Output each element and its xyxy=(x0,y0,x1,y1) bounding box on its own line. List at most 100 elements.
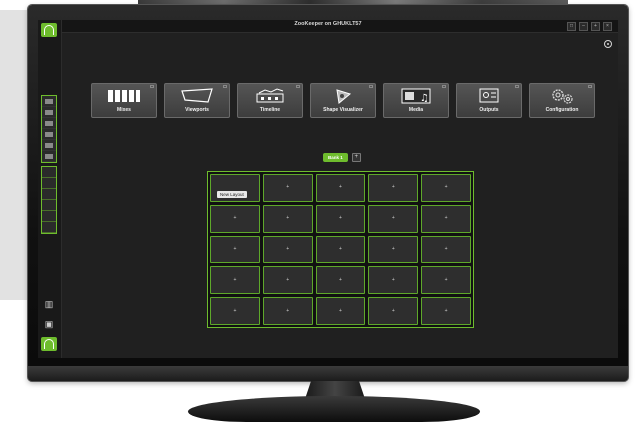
add-layout-icon: + xyxy=(444,215,448,222)
bank-1-tab[interactable]: Bank 1 xyxy=(323,153,348,162)
new-layout-tooltip: New Layout xyxy=(217,191,247,198)
layout-cell[interactable]: New Layout xyxy=(210,174,260,202)
sidebar-slot[interactable] xyxy=(42,189,56,200)
tile-mixes[interactable]: Mixes xyxy=(91,83,157,118)
layout-cell[interactable]: + xyxy=(210,204,260,233)
sidebar-item-mix-4[interactable] xyxy=(42,129,56,140)
maximize-button[interactable]: + xyxy=(591,22,600,31)
layout-cell[interactable]: + xyxy=(368,266,419,295)
background-panel xyxy=(0,10,28,300)
layout-cell[interactable]: + xyxy=(368,235,419,264)
add-layout-icon: + xyxy=(339,184,342,191)
zookeeper-logo-icon xyxy=(44,25,54,35)
layout-cell[interactable]: + xyxy=(368,297,419,325)
layout-cell[interactable]: + xyxy=(368,174,419,202)
tile-corner-icon xyxy=(296,85,300,88)
mix-thumbnail-icon xyxy=(45,109,53,115)
layout-cell[interactable]: + xyxy=(421,235,471,264)
media-icon: ♫ xyxy=(401,88,431,104)
tile-media[interactable]: ♫ Media xyxy=(383,83,449,118)
lock-icon[interactable]: ▣ xyxy=(43,318,55,330)
layout-cell[interactable]: + xyxy=(210,235,260,264)
sidebar-slot-list xyxy=(41,166,57,234)
add-bank-button[interactable]: + xyxy=(351,153,361,162)
layout-cell[interactable]: + xyxy=(210,297,260,325)
layout-cell[interactable]: + xyxy=(421,266,471,295)
add-layout-icon: + xyxy=(233,215,237,222)
layout-cell[interactable]: + xyxy=(262,204,313,233)
sidebar-slot[interactable] xyxy=(42,222,56,233)
tile-outputs[interactable]: Outputs xyxy=(456,83,522,118)
sidebar-item-mix-6[interactable] xyxy=(42,151,56,162)
restore-button[interactable]: □ xyxy=(567,22,576,31)
tile-label: Outputs xyxy=(479,107,499,113)
add-layout-icon: + xyxy=(444,276,448,283)
minimize-button[interactable]: – xyxy=(579,22,588,31)
sidebar-item-mix-3[interactable] xyxy=(42,118,56,129)
mix-thumbnail-icon xyxy=(45,120,53,126)
tile-corner-icon xyxy=(369,85,373,88)
layout-cell[interactable]: + xyxy=(210,266,260,295)
add-layout-icon: + xyxy=(444,184,448,191)
sidebar-mix-list xyxy=(41,95,57,163)
tile-timeline[interactable]: Timeline xyxy=(237,83,303,118)
layout-cell[interactable]: + xyxy=(315,204,366,233)
gears-icon xyxy=(552,89,573,104)
add-layout-icon: + xyxy=(391,215,395,222)
monitor-chin xyxy=(28,366,628,381)
layout-cell[interactable]: + xyxy=(315,266,366,295)
tile-label: Configuration xyxy=(545,107,579,113)
shape-visualizer-icon xyxy=(336,89,352,104)
add-layout-icon: + xyxy=(339,276,342,283)
layout-cell[interactable]: + xyxy=(368,204,419,233)
trash-icon[interactable]: ▥ xyxy=(43,298,55,310)
add-layout-icon: + xyxy=(339,307,342,314)
sidebar-item-mix-2[interactable] xyxy=(42,107,56,118)
sidebar-slot[interactable] xyxy=(42,200,56,211)
tile-shape-visualizer[interactable]: Shape Visualizer xyxy=(310,83,376,118)
layout-cell[interactable]: + xyxy=(262,297,313,325)
mix-thumbnail-icon xyxy=(45,131,53,137)
layout-cell[interactable]: + xyxy=(315,297,366,325)
home-logo-button[interactable] xyxy=(41,23,57,37)
add-layout-icon: + xyxy=(444,307,448,314)
layout-cell[interactable]: + xyxy=(421,297,471,325)
window-title: ZooKeeper on GHUKLT57 xyxy=(294,21,362,27)
layout-cell[interactable]: + xyxy=(262,235,313,264)
layout-cell[interactable]: + xyxy=(262,174,313,202)
sidebar-item-mix-1[interactable] xyxy=(42,96,56,107)
tile-corner-icon xyxy=(223,85,227,88)
close-button[interactable]: × xyxy=(603,22,612,31)
layout-cell[interactable]: + xyxy=(315,174,366,202)
sidebar-slot[interactable] xyxy=(42,178,56,189)
layout-cell[interactable]: + xyxy=(421,204,471,233)
tile-corner-icon xyxy=(588,85,592,88)
timeline-icon xyxy=(256,88,284,103)
tile-configuration[interactable]: Configuration xyxy=(529,83,595,118)
add-layout-icon: + xyxy=(286,276,290,283)
sidebar-slot[interactable] xyxy=(42,167,56,178)
add-layout-icon: + xyxy=(444,245,448,252)
layout-cell[interactable]: + xyxy=(315,235,366,264)
settings-gear-icon[interactable] xyxy=(604,40,612,48)
tile-label: Mixes xyxy=(117,107,131,113)
module-toolbar: Mixes Viewports Timeline Shape Visualize… xyxy=(91,83,595,118)
layout-cell[interactable]: + xyxy=(421,174,471,202)
tile-viewports[interactable]: Viewports xyxy=(164,83,230,118)
add-layout-icon: + xyxy=(286,184,290,191)
sidebar-item-mix-5[interactable] xyxy=(42,140,56,151)
add-layout-icon: + xyxy=(286,215,290,222)
mix-thumbnail-icon xyxy=(45,98,53,104)
outputs-icon xyxy=(479,88,499,103)
zookeeper-logo-icon xyxy=(44,339,54,349)
add-layout-icon: + xyxy=(286,307,290,314)
layout-cell[interactable]: + xyxy=(262,266,313,295)
tile-corner-icon xyxy=(150,85,154,88)
zookeeper-footer-button[interactable] xyxy=(41,337,57,351)
add-layout-icon: + xyxy=(233,276,237,283)
sidebar-slot[interactable] xyxy=(42,211,56,222)
tile-corner-icon xyxy=(442,85,446,88)
add-layout-icon: + xyxy=(339,245,342,252)
add-layout-icon: + xyxy=(391,307,395,314)
window-controls: □ – + × xyxy=(567,22,612,31)
